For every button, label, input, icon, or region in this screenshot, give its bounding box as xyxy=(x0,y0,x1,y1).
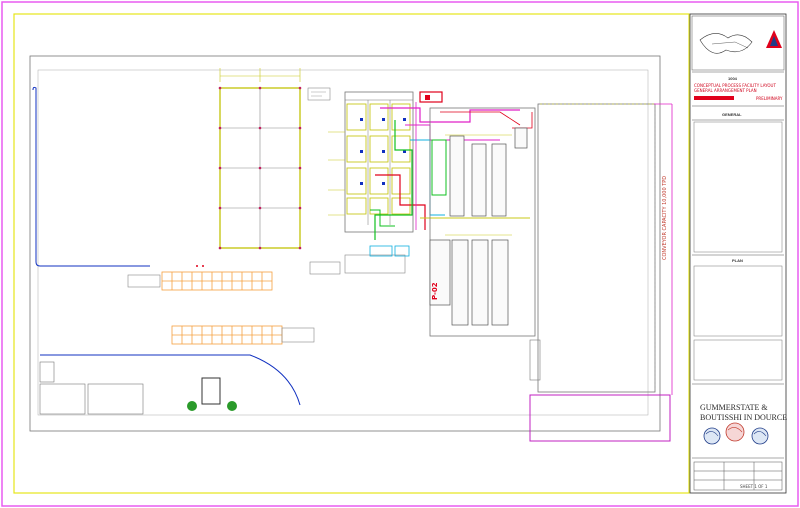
access-road xyxy=(40,354,301,406)
company-logo-icon xyxy=(703,422,769,445)
site-plan: CONVEYOR CAPACITY 10,000 TPD P-02 xyxy=(29,55,673,442)
storage-building xyxy=(218,68,302,250)
sheet-info-table xyxy=(693,461,783,491)
yard-boundary-line xyxy=(32,86,150,267)
drawing-sheet: CONVEYOR CAPACITY 10,000 TPD P-02 1004 C… xyxy=(1,1,799,507)
project-line-2: GENERAL ARRANGEMENT PLAN xyxy=(694,88,757,93)
section-label: PLAN xyxy=(732,258,743,263)
gate-house xyxy=(201,377,221,405)
notes-panel xyxy=(693,121,783,253)
green-skid xyxy=(431,139,447,196)
legend-box xyxy=(307,87,331,101)
warehouse-building xyxy=(529,103,656,393)
orange-tank-row-upper xyxy=(161,271,273,291)
site-inner-boundary xyxy=(37,69,649,416)
sheet-title: GENERAL xyxy=(722,112,742,117)
sheet-number: SHEET 1 OF 1 xyxy=(740,484,768,489)
orange-tank-row-lower xyxy=(171,325,283,345)
company-name-line-1: GUMMERSTATE & xyxy=(700,403,768,412)
process-building xyxy=(328,91,414,233)
laydown-area xyxy=(529,394,671,442)
conveyor-label: CONVEYOR CAPACITY 10,000 TPD xyxy=(662,176,668,260)
red-tag-label: P-02 xyxy=(431,282,439,300)
project-number: 1004 xyxy=(728,76,738,81)
company-name-line-2: BOUTISSHI IN DOURCE xyxy=(700,413,787,422)
title-block: 1004 CONCEPTUAL PROCESS FACILITY LAYOUT … xyxy=(689,13,787,494)
header-tank xyxy=(419,91,443,103)
revision-bar xyxy=(694,96,734,100)
revision-panel xyxy=(693,265,783,337)
approval-panel xyxy=(693,339,783,381)
sheet-border xyxy=(1,1,799,507)
tree-icon xyxy=(227,401,237,411)
stamp-text: PRELIMINARY xyxy=(756,96,783,101)
drawing-frame xyxy=(13,13,690,494)
cyan-equipment xyxy=(369,245,410,257)
tree-icon xyxy=(187,401,197,411)
